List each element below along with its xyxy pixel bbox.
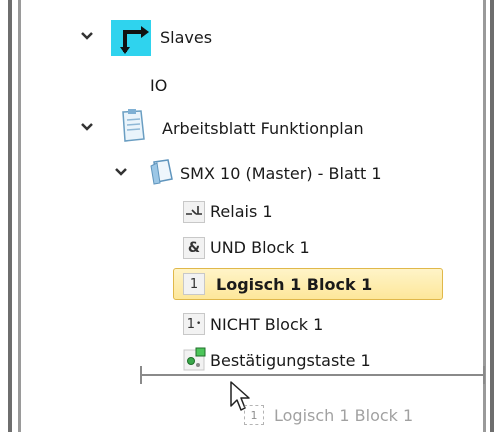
tree-item-und-block-1[interactable]: UND Block 1 <box>210 232 310 262</box>
confirm-button-icon <box>183 347 206 371</box>
tree-item-bestaetigungstaste-1[interactable]: Bestätigungstaste 1 <box>210 345 371 375</box>
tree-item-label: Logisch 1 Block 1 <box>216 274 373 294</box>
relay-icon <box>183 201 205 223</box>
drag-ghost-label: Logisch 1 Block 1 <box>274 405 414 425</box>
tree-item-label: NICHT Block 1 <box>210 314 324 334</box>
tree-item-label: SMX 10 (Master) - Blatt 1 <box>180 163 382 183</box>
drag-ghost: Logisch 1 Block 1 <box>274 400 413 430</box>
and-block-icon: & <box>183 237 205 259</box>
tree-item-label: UND Block 1 <box>210 237 310 257</box>
drop-insertion-cap-right <box>483 366 485 384</box>
chevron-down-icon[interactable] <box>80 29 94 43</box>
drop-insertion-cap-left <box>140 366 142 384</box>
tree-item-logisch-1-block-1[interactable]: Logisch 1 Block 1 <box>216 269 372 299</box>
tree-item-label: IO <box>150 75 168 95</box>
left-panel-border <box>0 0 24 432</box>
tree-item-label: Slaves <box>160 27 213 47</box>
drag-ghost-icon: 1 <box>244 405 264 425</box>
tree-item-label: Bestätigungstaste 1 <box>210 350 371 370</box>
worksheet-icon <box>122 109 145 142</box>
chevron-down-icon[interactable] <box>114 165 128 179</box>
logic-glyph: 1 <box>189 276 199 292</box>
sheet-icon <box>150 159 173 185</box>
drag-ghost-glyph: 1 <box>250 408 258 422</box>
not-glyph: 1 <box>186 316 195 332</box>
not-mark-icon: • <box>195 319 202 329</box>
not-block-icon: 1 • <box>183 313 205 335</box>
slaves-icon <box>111 20 151 56</box>
tree-item-worksheet[interactable]: Arbeitsblatt Funktionplan <box>162 113 364 143</box>
tree-item-nicht-block-1[interactable]: NICHT Block 1 <box>210 309 323 339</box>
drop-insertion-line <box>140 374 485 376</box>
chevron-down-icon[interactable] <box>80 120 94 134</box>
tree-item-io[interactable]: IO <box>150 70 167 100</box>
and-glyph: & <box>187 240 201 256</box>
logic-1-block-icon: 1 <box>183 273 205 295</box>
tree-item-label: Arbeitsblatt Funktionplan <box>162 118 364 138</box>
tree-item-slaves[interactable]: Slaves <box>160 22 212 52</box>
tree-item-relay-1[interactable]: Relais 1 <box>210 196 273 226</box>
tree-item-label: Relais 1 <box>210 201 273 221</box>
tree-item-master[interactable]: SMX 10 (Master) - Blatt 1 <box>180 158 382 188</box>
